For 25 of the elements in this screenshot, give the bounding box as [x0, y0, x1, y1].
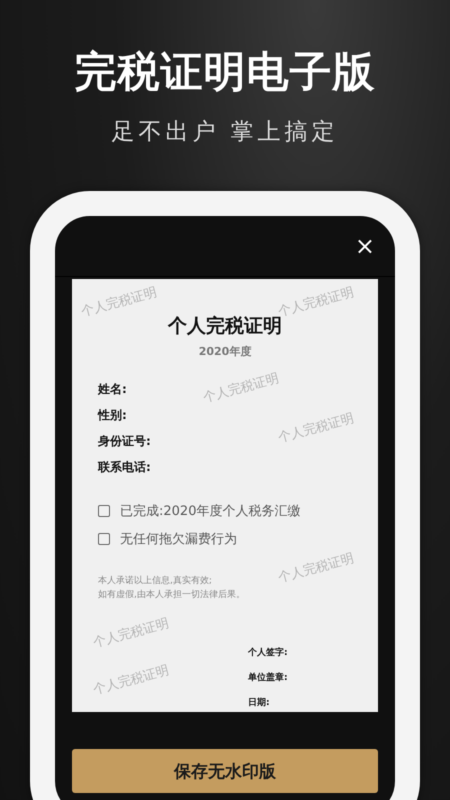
signature-label: 日期:: [248, 696, 270, 709]
field-label: 联系电话:: [98, 459, 151, 476]
watermark-text: 个人完税证明: [276, 410, 356, 447]
watermark-text: 个人完税证明: [79, 284, 159, 321]
field-label: 身份证号:: [98, 433, 151, 450]
watermark-text: 个人完税证明: [91, 662, 171, 699]
signature-label: 个人签字:: [248, 646, 288, 659]
document-title: 个人完税证明: [168, 315, 282, 339]
close-button[interactable]: ×: [350, 234, 379, 258]
document-year: 2020年度: [198, 344, 252, 359]
checkbox[interactable]: [98, 505, 110, 517]
pledge-text: 如有虚假,由本人承担一切法律后果。: [98, 588, 245, 602]
watermark-text: 个人完税证明: [91, 615, 171, 652]
pledge-text: 本人承诺以上信息,真实有效;: [98, 574, 213, 588]
field-label: 姓名:: [98, 381, 127, 398]
checkbox-label: 无任何拖欠漏费行为: [120, 531, 237, 548]
field-label: 性别:: [98, 407, 127, 424]
headline: 完税证明电子版: [74, 46, 376, 98]
watermark-text: 个人完税证明: [201, 370, 281, 407]
save-button[interactable]: 保存无水印版: [72, 749, 378, 793]
watermark-text: 个人完税证明: [276, 550, 356, 587]
checkbox-label: 已完成:2020年度个人税务汇缴: [120, 503, 300, 520]
signature-label: 单位盖章:: [248, 671, 288, 684]
subheadline: 足不出户 掌上搞定: [111, 118, 339, 147]
checkbox[interactable]: [98, 533, 110, 545]
